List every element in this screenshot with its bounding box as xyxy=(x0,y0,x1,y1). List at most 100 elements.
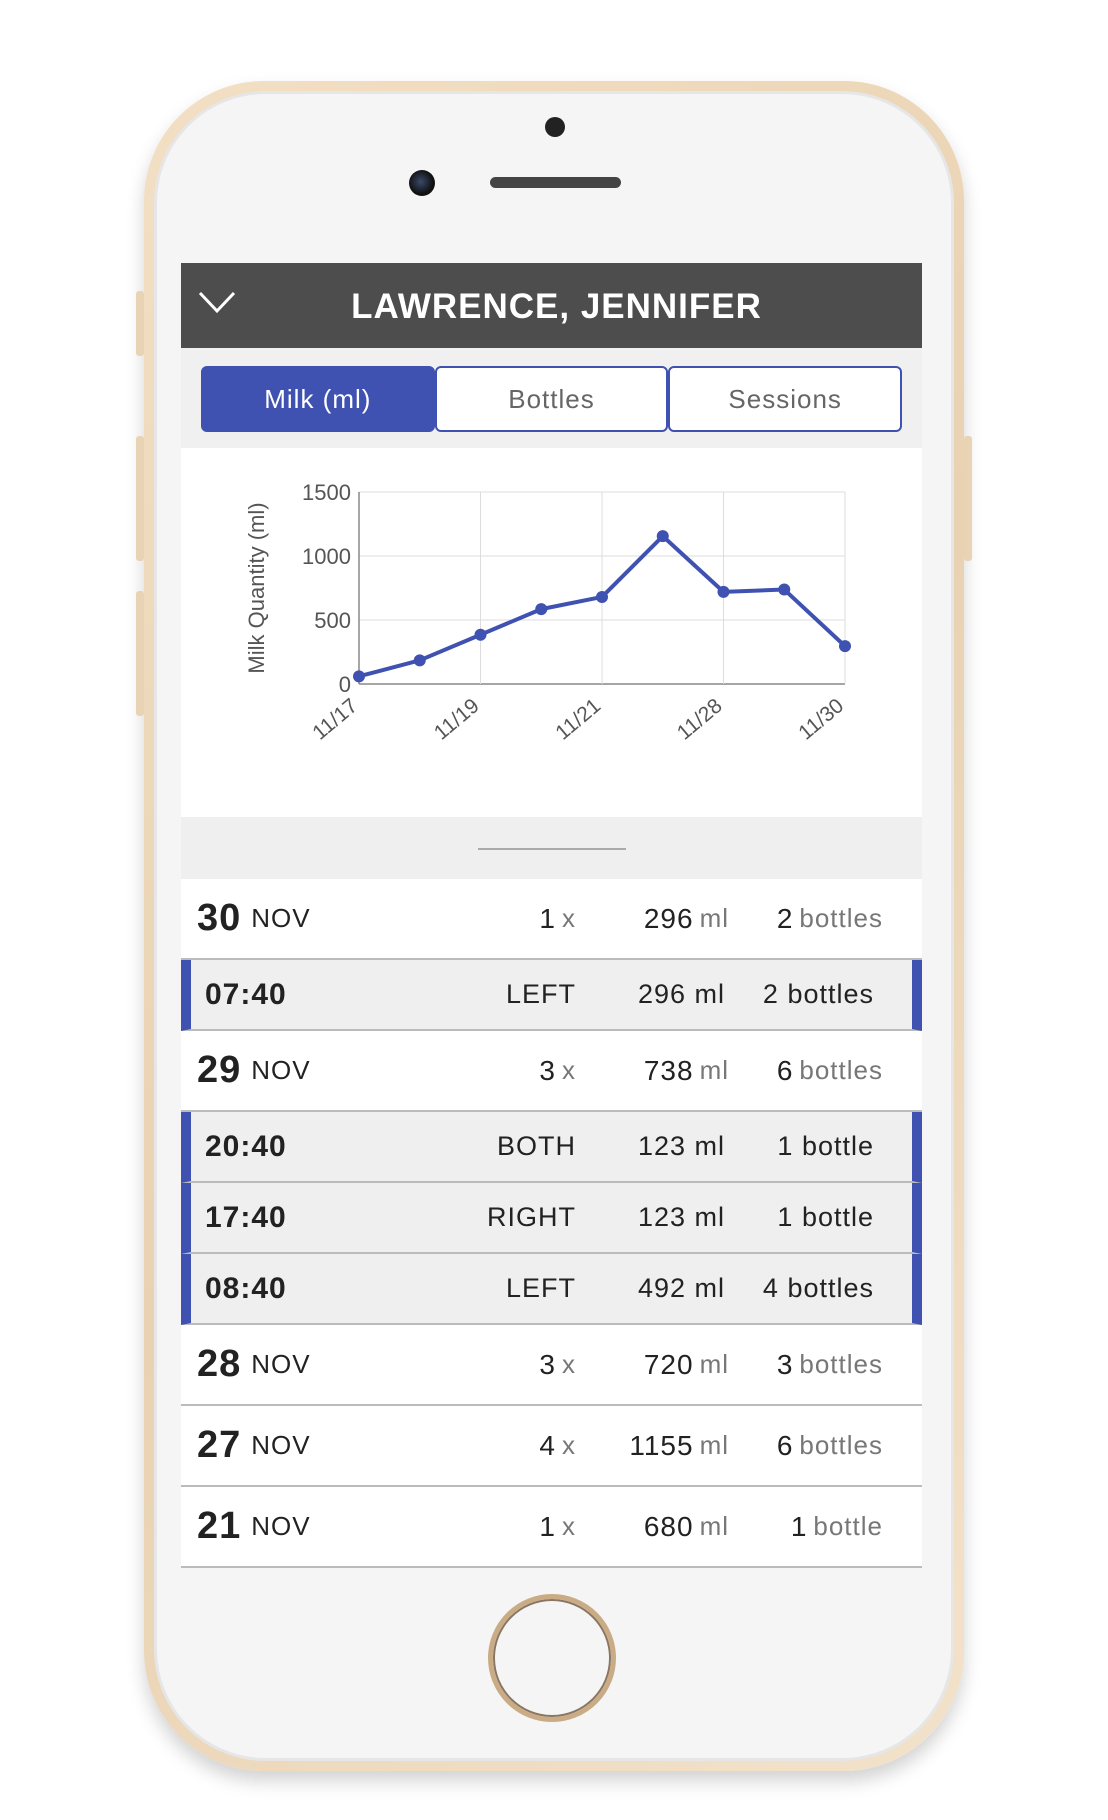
tab-milk[interactable]: Milk (ml) xyxy=(201,366,435,432)
session-time: 17:40 xyxy=(205,1200,287,1234)
count-unit: x xyxy=(562,1430,576,1460)
volume-up-button xyxy=(136,436,144,561)
session-row[interactable]: 17:40 RIGHT 123 ml 1 bottle xyxy=(181,1183,922,1254)
day-number: 29 xyxy=(197,1049,242,1091)
day-number: 27 xyxy=(197,1424,242,1466)
session-bottles: 1 bottle xyxy=(777,1131,874,1161)
data-point xyxy=(778,583,791,596)
home-button[interactable] xyxy=(488,1594,616,1722)
day-row[interactable]: 21 NOV 1x 680 ml 1 bottle xyxy=(181,1487,922,1568)
session-ml: 123 ml xyxy=(637,1202,725,1232)
count-unit: x xyxy=(562,1511,576,1541)
session-bottles: 1 bottle xyxy=(777,1202,874,1232)
drag-handle-area[interactable] xyxy=(181,817,922,879)
line-chart: 0 500 1000 1500 11/17 11/19 11/21 11/28 11/30 Mil… xyxy=(244,480,851,745)
day-ml: 680 xyxy=(643,1510,694,1542)
day-month: NOV xyxy=(251,1430,311,1460)
patient-name: LAWRENCE, JENNIFER xyxy=(351,287,762,326)
ml-unit: ml xyxy=(699,1511,729,1541)
day-number: 21 xyxy=(197,1505,242,1547)
y-tick-label: 1000 xyxy=(302,544,351,569)
day-ml: 738 xyxy=(643,1054,694,1086)
day-row[interactable]: 27 NOV 4x 1155 ml 6 bottles xyxy=(181,1406,922,1487)
day-bottles: 3 xyxy=(776,1348,794,1380)
data-point xyxy=(353,670,365,683)
data-point xyxy=(535,603,548,616)
session-ml: 296 ml xyxy=(637,979,725,1009)
y-axis-label: Milk Quantity (ml) xyxy=(244,502,269,673)
data-point xyxy=(596,590,608,603)
drag-handle[interactable] xyxy=(478,848,626,850)
power-button xyxy=(964,436,972,561)
volume-down-button xyxy=(136,591,144,716)
count-unit: x xyxy=(562,1055,576,1085)
day-row[interactable]: 29 NOV 3x 738 ml 6 bottles xyxy=(181,1031,922,1112)
x-tick-label: 11/30 xyxy=(794,694,848,744)
feed-count: 1 xyxy=(539,902,556,934)
feed-count: 1 xyxy=(539,1510,556,1542)
ml-unit: ml xyxy=(699,1430,729,1460)
session-time: 20:40 xyxy=(205,1129,287,1163)
ml-unit: ml xyxy=(699,903,729,933)
day-bottles: 2 xyxy=(776,902,794,934)
session-side: LEFT xyxy=(505,1273,576,1303)
data-point xyxy=(413,654,426,667)
tab-sessions[interactable]: Sessions xyxy=(668,366,903,432)
tab-bottles[interactable]: Bottles xyxy=(434,366,669,432)
proximity-sensor xyxy=(545,117,565,137)
mute-switch xyxy=(136,291,144,356)
session-time: 07:40 xyxy=(205,977,287,1011)
bottles-unit: bottles xyxy=(799,1430,883,1460)
x-tick-label: 11/19 xyxy=(430,694,484,744)
data-point xyxy=(656,530,669,543)
feed-count: 4 xyxy=(539,1429,556,1461)
ml-unit: ml xyxy=(699,1349,729,1379)
x-tick-label: 11/21 xyxy=(551,694,605,744)
count-unit: x xyxy=(562,903,576,933)
session-side: LEFT xyxy=(505,979,576,1009)
data-point xyxy=(717,585,730,598)
bottles-unit: bottles xyxy=(799,1349,883,1379)
count-unit: x xyxy=(562,1349,576,1379)
day-number: 28 xyxy=(197,1343,242,1385)
session-ml: 123 ml xyxy=(637,1131,725,1161)
day-month: NOV xyxy=(251,1349,311,1379)
metric-tabs: Milk (ml) Bottles Sessions xyxy=(201,366,903,432)
session-row[interactable]: 07:40 LEFT 296 ml 2 bottles xyxy=(181,960,922,1031)
session-row[interactable]: 08:40 LEFT 492 ml 4 bottles xyxy=(181,1254,922,1325)
bottles-unit: bottle xyxy=(813,1511,883,1541)
day-row[interactable]: 28 NOV 3x 720 ml 3 bottles xyxy=(181,1325,922,1406)
day-bottles: 6 xyxy=(776,1054,794,1086)
day-bottles: 6 xyxy=(776,1429,794,1461)
bottles-unit: bottles xyxy=(799,903,883,933)
session-row[interactable]: 20:40 BOTH 123 ml 1 bottle xyxy=(181,1112,922,1183)
milk-chart: 0 500 1000 1500 11/17 11/19 11/21 11/28 11/30 Mil… xyxy=(181,448,922,817)
session-ml: 492 ml xyxy=(637,1273,725,1303)
feed-count: 3 xyxy=(539,1054,556,1086)
y-tick-label: 500 xyxy=(314,608,351,633)
y-tick-label: 0 xyxy=(339,672,351,697)
app-screen: LAWRENCE, JENNIFER Milk (ml) Bottles Ses… xyxy=(181,263,922,1568)
earpiece-speaker xyxy=(490,177,621,188)
session-side: RIGHT xyxy=(487,1202,576,1232)
day-month: NOV xyxy=(251,1055,311,1085)
session-bottles: 2 bottles xyxy=(762,979,874,1009)
x-tick-label: 11/17 xyxy=(308,694,362,744)
feeding-list: 30 NOV 1x 296 ml 2 bottles 07:40 LEFT 296 m… xyxy=(181,879,922,1568)
front-camera xyxy=(409,170,435,196)
x-tick-label: 11/28 xyxy=(673,694,727,744)
day-month: NOV xyxy=(251,903,311,933)
y-tick-label: 1500 xyxy=(302,480,351,505)
ml-unit: ml xyxy=(699,1055,729,1085)
day-row[interactable]: 30 NOV 1x 296 ml 2 bottles xyxy=(181,879,922,960)
day-number: 30 xyxy=(197,897,242,939)
session-time: 08:40 xyxy=(205,1271,287,1305)
session-side: BOTH xyxy=(496,1131,576,1161)
bottles-unit: bottles xyxy=(799,1055,883,1085)
day-ml: 1155 xyxy=(629,1429,694,1461)
day-ml: 296 xyxy=(643,902,694,934)
day-ml: 720 xyxy=(643,1348,694,1380)
day-month: NOV xyxy=(251,1511,311,1541)
data-point xyxy=(474,628,487,641)
data-point xyxy=(839,640,851,653)
